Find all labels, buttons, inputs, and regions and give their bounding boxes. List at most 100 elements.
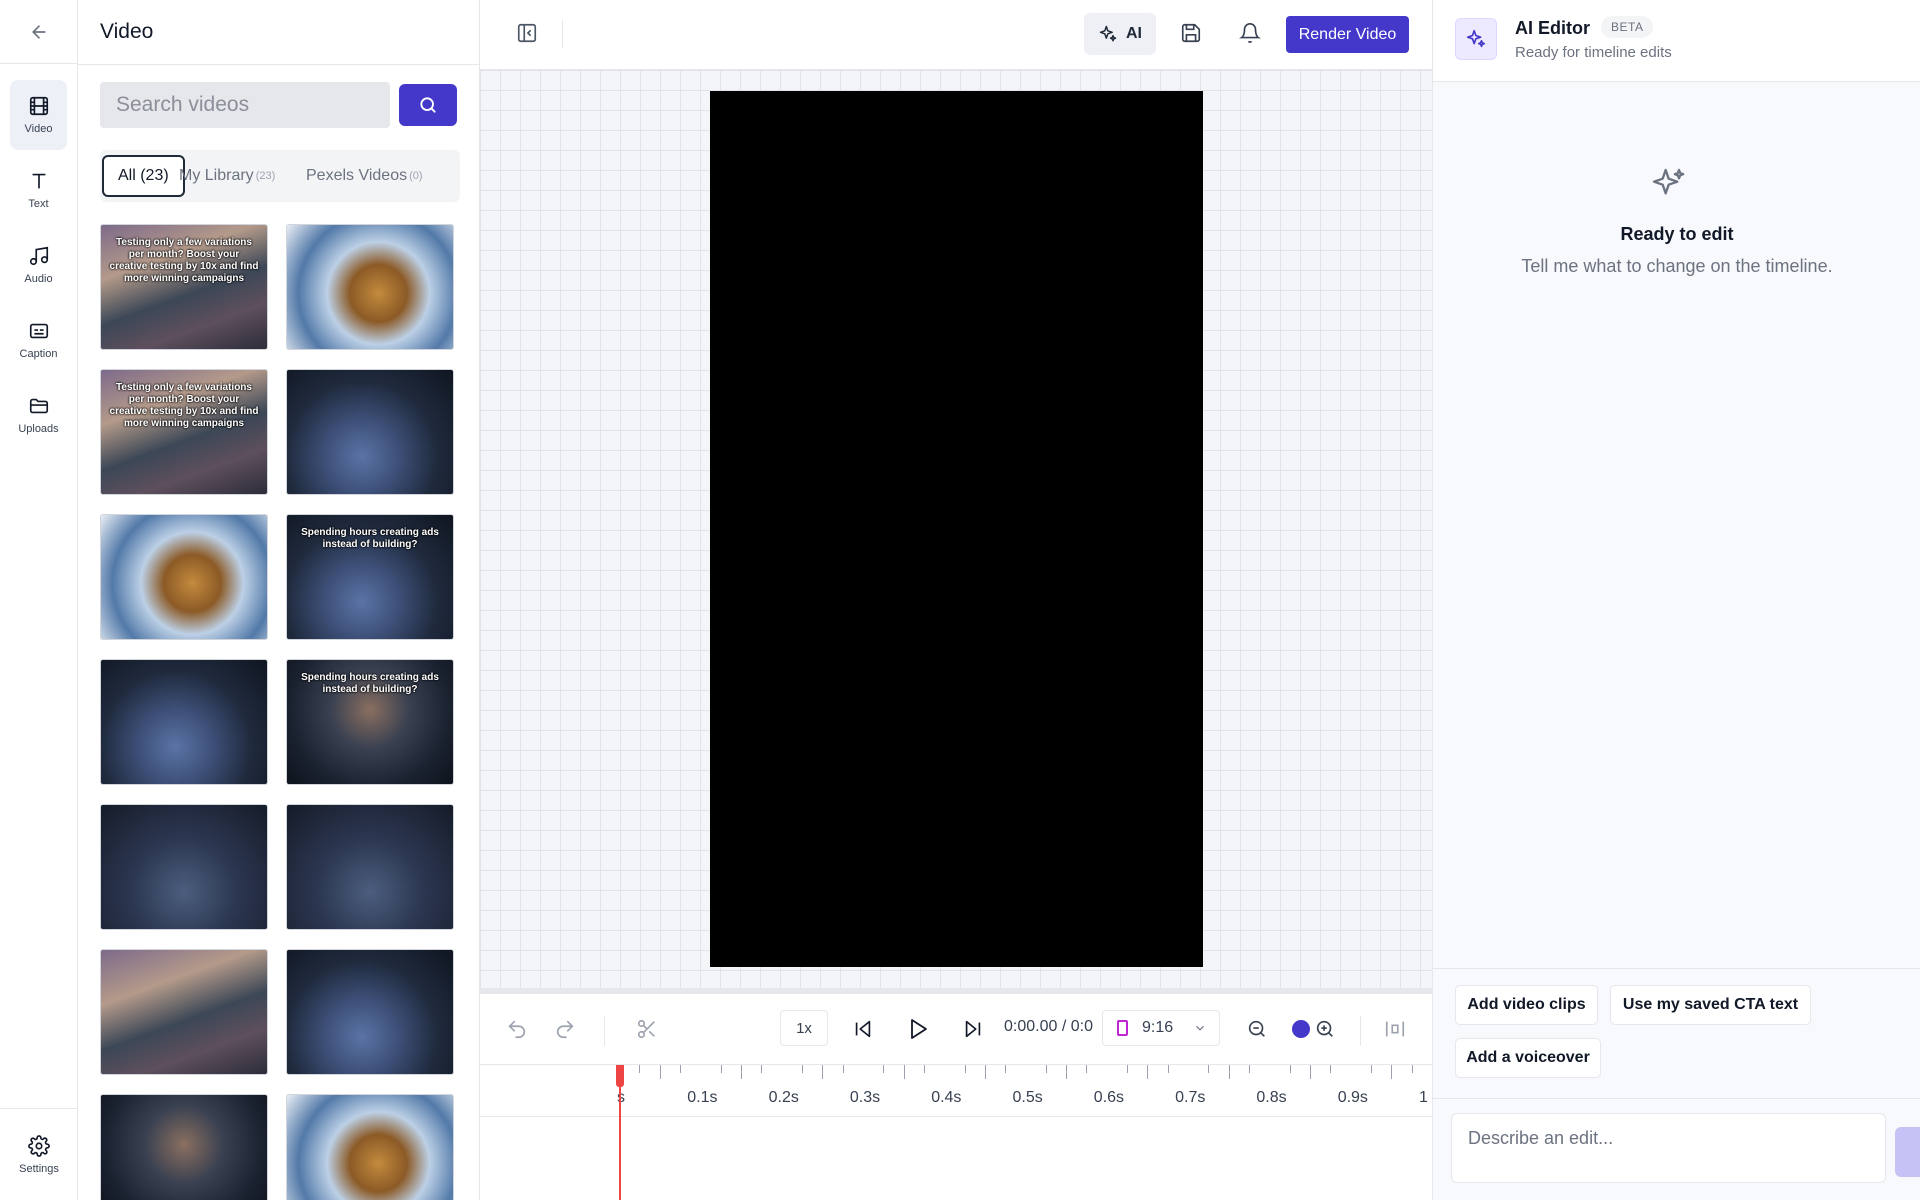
divider (562, 20, 563, 48)
thumbnail-caption: Spending hours creating ads instead of b… (301, 672, 439, 695)
rail-item-uploads[interactable]: Uploads (10, 380, 67, 450)
suggestion-add-video-clips[interactable]: Add video clips (1455, 985, 1598, 1025)
ruler-tick (761, 1065, 763, 1073)
tick-label: 0.9s (1337, 1089, 1368, 1106)
tab-my-library[interactable]: My Library (23) (179, 155, 275, 197)
playhead-handle[interactable] (616, 1065, 624, 1087)
undo-icon[interactable] (506, 1018, 528, 1040)
play-icon[interactable] (906, 1017, 930, 1041)
ruler-tick (1228, 1065, 1230, 1079)
tab-pexels[interactable]: Pexels Videos (0) (306, 155, 423, 197)
arrow-left-icon (32, 24, 46, 39)
save-button[interactable] (1180, 22, 1204, 46)
ruler-tick (801, 1065, 803, 1073)
tick-label: 1 (1419, 1089, 1428, 1106)
rail-item-caption[interactable]: Caption (10, 305, 67, 375)
video-thumbnail[interactable]: Spending hours creating ads instead of b… (286, 514, 454, 640)
rail-label-audio: Audio (24, 273, 53, 285)
scissors-icon[interactable] (636, 1018, 658, 1040)
video-thumbnail[interactable] (100, 659, 268, 785)
divider (78, 64, 479, 65)
video-preview[interactable] (710, 91, 1203, 967)
ruler-tick (1411, 1065, 1413, 1073)
sidebar-toggle-button[interactable] (516, 22, 538, 44)
video-thumbnail[interactable] (286, 369, 454, 495)
tick-label: 0.1s (687, 1089, 718, 1106)
video-thumbnail[interactable]: Testing only a few variations per month?… (100, 224, 268, 350)
playback-speed-button[interactable]: 1x (780, 1010, 828, 1046)
send-button[interactable] (1895, 1127, 1920, 1177)
settings-label: Settings (19, 1162, 59, 1175)
tab-pexels-count: (0) (409, 170, 423, 182)
notifications-button[interactable] (1239, 22, 1263, 46)
thumbnail-caption: Testing only a few variations per month?… (109, 237, 259, 284)
edit-prompt-input[interactable] (1451, 1113, 1886, 1183)
ai-editor-logo (1455, 18, 1497, 60)
suggestions: Add video clips Use my saved CTA text Ad… (1433, 968, 1920, 1098)
ai-button-label: AI (1126, 25, 1142, 42)
tick-label: 0.4s (931, 1089, 962, 1106)
rail-item-audio[interactable]: Audio (10, 230, 67, 300)
suggestion-add-voiceover[interactable]: Add a voiceover (1455, 1038, 1601, 1078)
divider (604, 1016, 605, 1046)
video-thumbnail[interactable]: Spending hours creating ads instead of b… (286, 659, 454, 785)
ruler-tick (639, 1065, 641, 1073)
beta-badge: BETA (1601, 16, 1654, 38)
video-thumbnail[interactable]: Testing only a few variations per month?… (100, 369, 268, 495)
time-readout: 0:00.00 / 0:0 (1004, 1018, 1093, 1035)
phone-icon (1117, 1020, 1128, 1036)
video-thumbnail[interactable] (100, 514, 268, 640)
ruler-tick (1330, 1065, 1332, 1073)
timeline[interactable]: s 0.1s 0.2s 0.3s 0.4s 0.5s 0.6s 0.7s 0.8s 0.9s 1 (480, 1064, 1432, 1200)
tick-label: 0.3s (849, 1089, 881, 1106)
back-button[interactable] (0, 0, 78, 64)
skip-back-icon[interactable] (852, 1018, 874, 1040)
tab-all[interactable]: All (23) (102, 155, 185, 197)
text-icon (32, 173, 45, 189)
playback-controls: 1x 0:00.00 / 0:0 9:16 (480, 994, 1432, 1064)
redo-icon[interactable] (554, 1018, 576, 1040)
bell-icon (1239, 23, 1261, 44)
rail-item-text[interactable]: Text (10, 155, 67, 225)
ruler-tick (679, 1065, 681, 1073)
rail-item-video[interactable]: Video (10, 80, 67, 150)
ruler-tick (903, 1065, 905, 1079)
search-input[interactable] (100, 82, 390, 128)
video-thumbnail[interactable]: Sovran (100, 1094, 268, 1200)
ruler-tick (1147, 1065, 1149, 1079)
ruler-tick (1310, 1065, 1312, 1079)
ai-button[interactable]: AI (1084, 13, 1156, 55)
folder-icon (29, 398, 48, 414)
rail-label-uploads: Uploads (18, 423, 59, 435)
caption-icon (29, 323, 48, 339)
video-thumbnail[interactable] (100, 949, 268, 1075)
empty-state-subtitle: Tell me what to change on the timeline. (1521, 256, 1833, 276)
composer (1433, 1098, 1920, 1200)
zoom-out-icon[interactable] (1246, 1018, 1268, 1040)
settings-button[interactable]: Settings (0, 1108, 78, 1200)
rail-label-caption: Caption (19, 348, 58, 360)
search-button[interactable] (399, 84, 457, 126)
ruler-tick (1208, 1065, 1210, 1073)
panel-title: Video (100, 20, 154, 43)
ruler-tick (1005, 1065, 1007, 1073)
video-thumbnail[interactable] (100, 804, 268, 930)
ruler-tick (1167, 1065, 1169, 1073)
tick-label: 0.6s (1093, 1089, 1125, 1106)
suggestion-use-cta-text[interactable]: Use my saved CTA text (1610, 985, 1811, 1025)
skip-forward-icon[interactable] (962, 1018, 984, 1040)
video-thumbnail[interactable] (286, 804, 454, 930)
video-thumbnail[interactable] (286, 224, 454, 350)
ai-editor-subtitle: Ready for timeline edits (1515, 44, 1672, 61)
video-thumbnail[interactable] (286, 949, 454, 1075)
ruler-tick (720, 1065, 722, 1073)
video-thumbnail[interactable] (286, 1094, 454, 1200)
ruler-tick (1391, 1065, 1393, 1079)
zoom-slider-handle[interactable] (1292, 1020, 1310, 1038)
render-video-button[interactable]: Render Video (1286, 16, 1409, 53)
aspect-ratio-select[interactable]: 9:16 (1102, 1010, 1220, 1046)
zoom-in-icon[interactable] (1314, 1018, 1336, 1040)
sparkles-icon (1466, 29, 1486, 48)
fit-timeline-icon[interactable] (1384, 1018, 1406, 1040)
video-panel: Video All (23) My Library(23) Pexels Vid… (78, 0, 480, 1200)
